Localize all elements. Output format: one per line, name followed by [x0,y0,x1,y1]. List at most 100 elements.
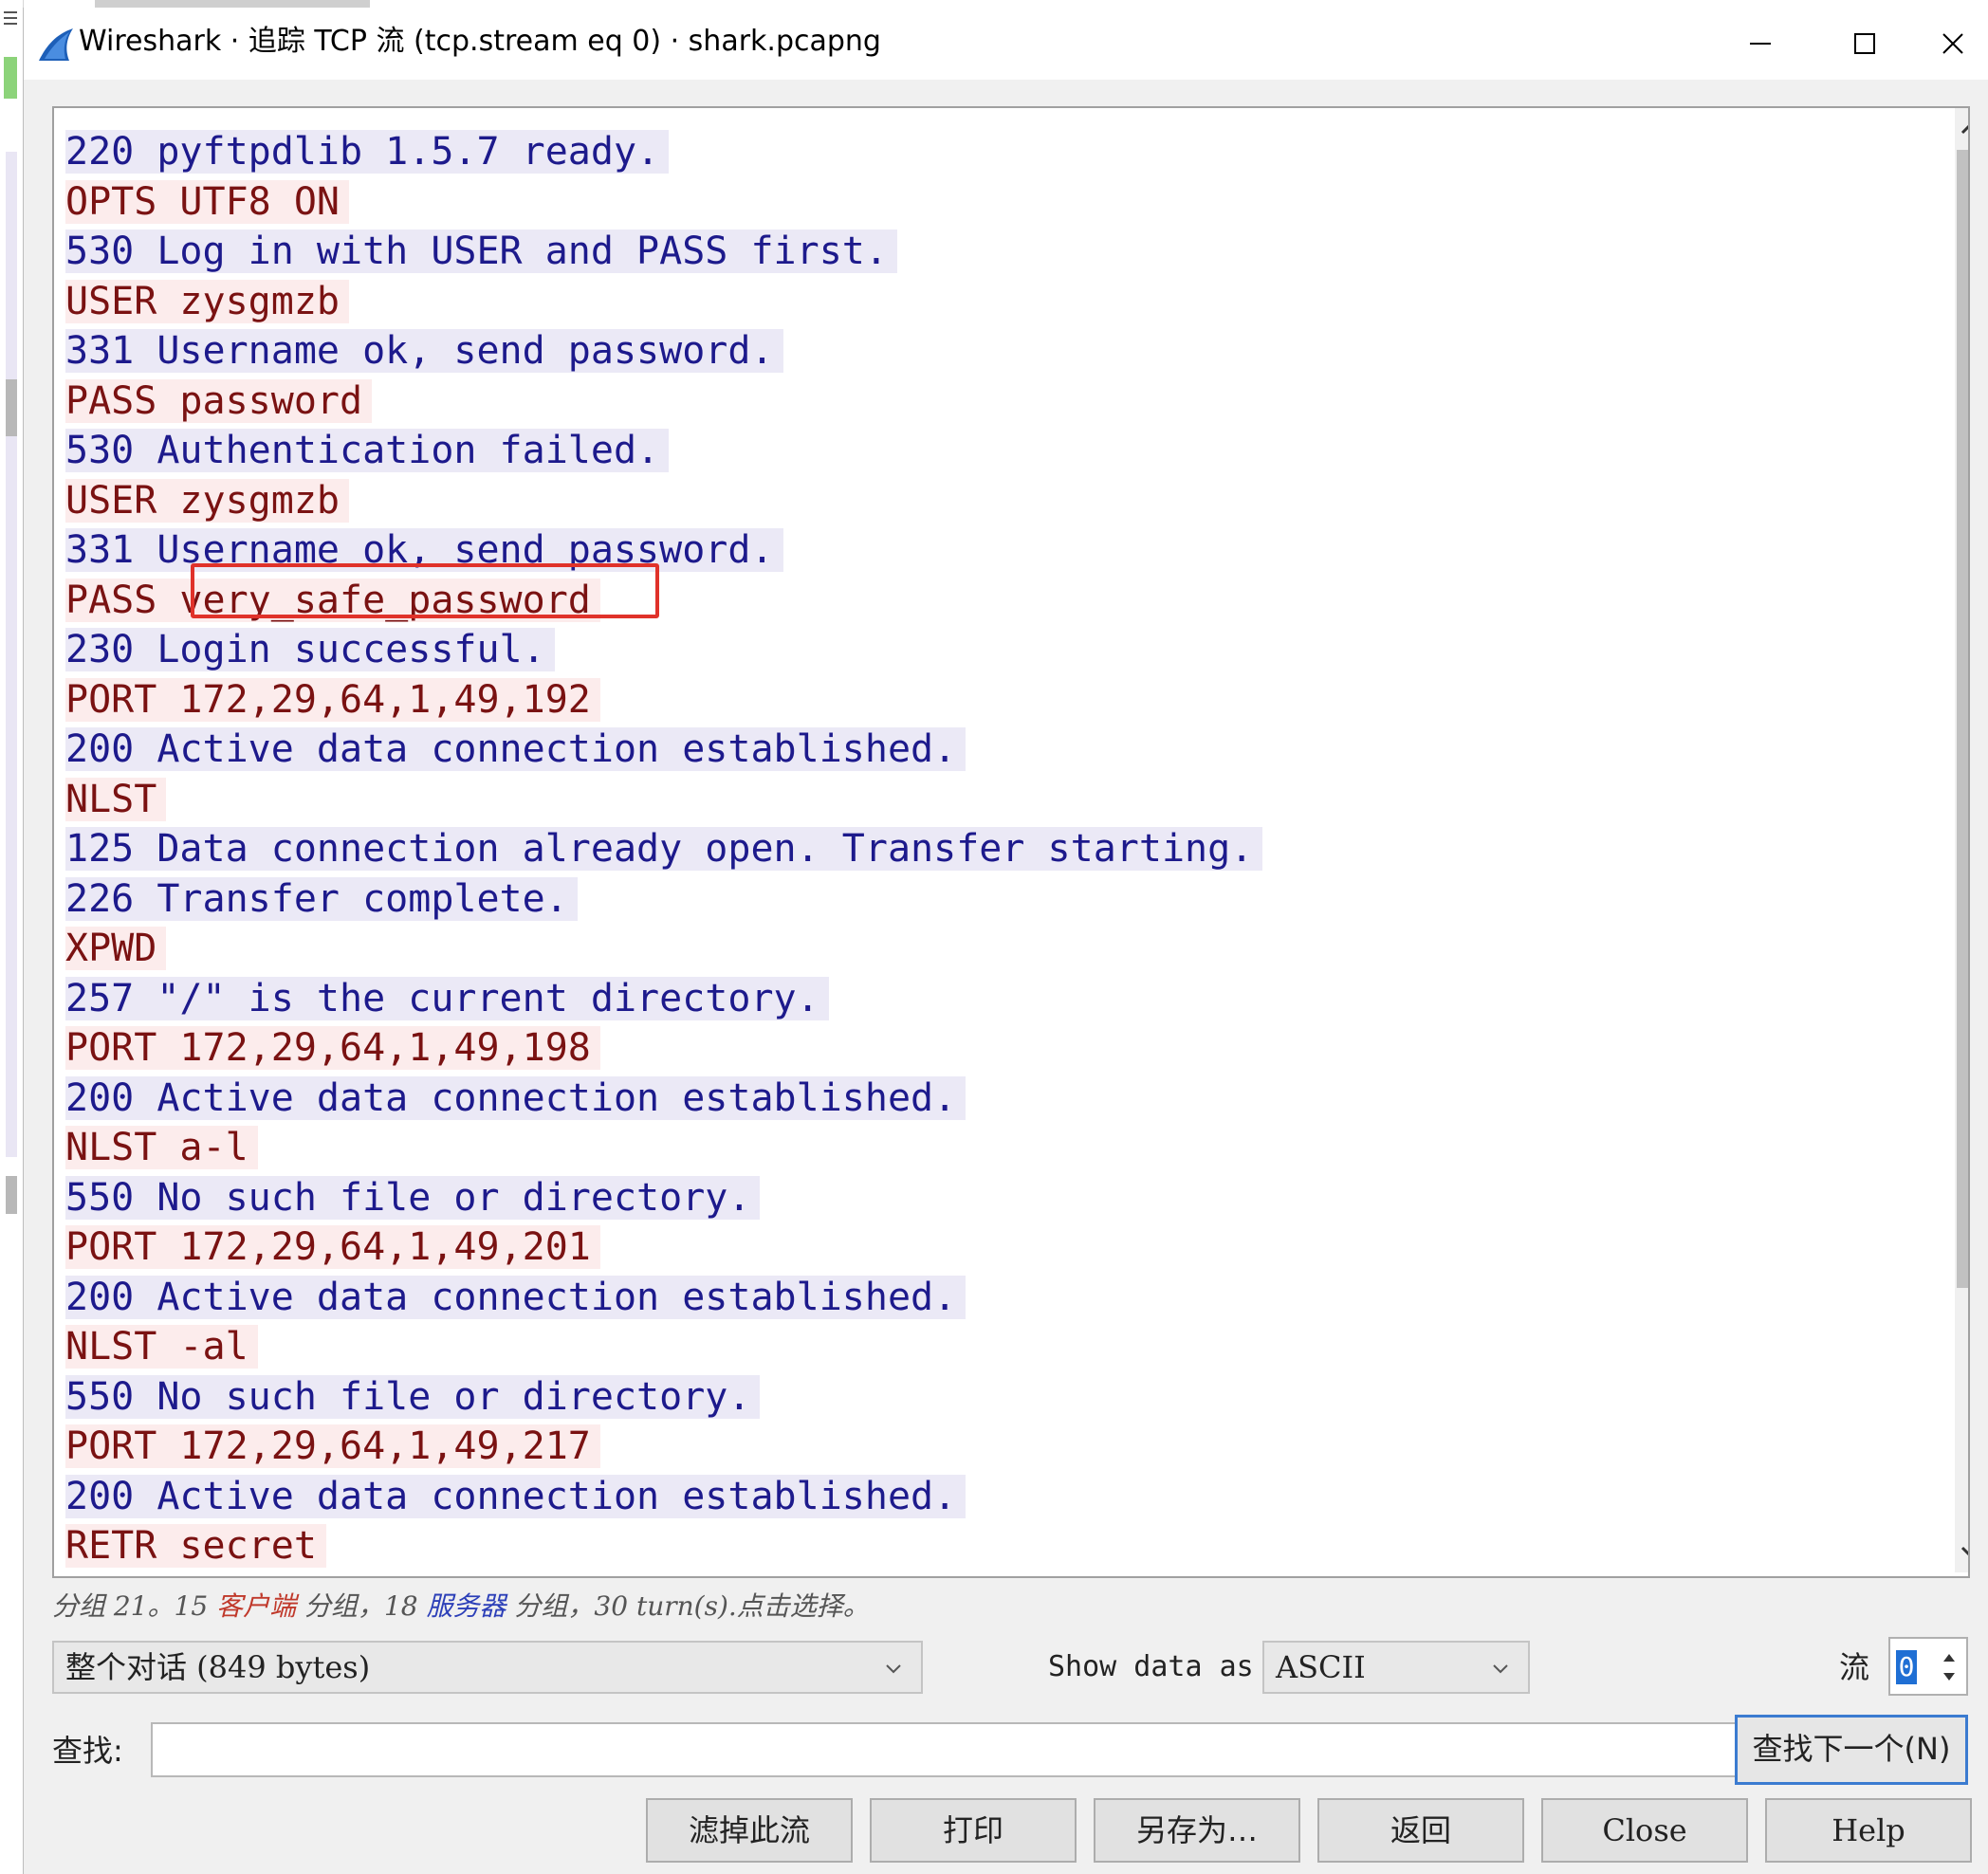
line-text: 220 pyftpdlib 1.5.7 ready. [65,130,670,174]
client-line[interactable]: PORT 172,29,64,1,49,198 [65,1023,1262,1074]
follow-tcp-stream-window: Wireshark · 追踪 TCP 流 (tcp.stream eq 0) ·… [23,8,1988,1874]
client-line[interactable]: RETR secret [65,1521,1262,1571]
client-line[interactable]: PORT 172,29,64,1,49,217 [65,1422,1262,1472]
client-line[interactable]: OPTS UTF8 ON [65,177,1262,228]
client-line[interactable]: PASS password [65,377,1262,427]
title-bar[interactable]: Wireshark · 追踪 TCP 流 (tcp.stream eq 0) ·… [24,8,1988,80]
background-packet-list [6,152,17,1157]
find-label: 查找: [52,1733,123,1769]
server-line[interactable]: 200 Active data connection established. [65,1472,1262,1522]
line-text: 550 No such file or directory. [65,1374,761,1419]
server-line[interactable]: 331 Username ok, send password. [65,326,1262,377]
line-text: 331 Username ok, send password. [65,329,783,373]
summary-text: 分组，30 turn(s).点击选择。 [506,1590,870,1622]
line-text: XPWD [65,927,167,970]
summary-text: 分组 21。15 [52,1590,217,1622]
server-line[interactable]: 200 Active data connection established. [65,1273,1262,1323]
print-button[interactable]: 打印 [870,1798,1077,1863]
show-data-label: Show data as [1048,1650,1254,1683]
client-line[interactable]: PORT 172,29,64,1,49,192 [65,675,1262,726]
conversation-select-value: 整个对话 (849 bytes) [65,1649,371,1685]
stream-label: 流 [1839,1649,1870,1685]
stream-content-pane[interactable]: 220 pyftpdlib 1.5.7 ready. OPTS UTF8 ON 53… [52,106,1970,1578]
spinner-arrows-icon[interactable] [1934,1643,1964,1692]
line-text: 200 Active data connection established. [65,727,966,771]
conversation-select[interactable]: 整个对话 (849 bytes) [52,1641,923,1694]
menu-icon [4,11,17,13]
background-scroll-thumb [6,379,17,436]
summary-text: 分组，18 [296,1590,427,1622]
packet-summary: 分组 21。15 客户端 分组，18 服务器 分组，30 turn(s).点击选… [52,1584,870,1629]
server-line[interactable]: 257 "/" is the current directory. [65,974,1262,1024]
close-icon [1942,33,1963,54]
line-text: 550 No such file or directory. [65,1175,761,1220]
background-scroll-thumb [6,1176,17,1214]
scroll-up-icon[interactable] [1955,108,1970,150]
close-button[interactable]: Close [1541,1798,1748,1863]
line-text: 226 Transfer complete. [65,876,578,921]
line-text: 200 Active data connection established. [65,1474,966,1518]
server-line[interactable]: 200 Active data connection established. [65,725,1262,775]
server-link[interactable]: 服务器 [427,1590,506,1622]
maximize-button[interactable] [1813,8,1917,80]
client-link[interactable]: 客户端 [216,1590,296,1622]
stream-lines: 220 pyftpdlib 1.5.7 ready. OPTS UTF8 ON 53… [65,127,1263,1571]
maximize-icon [1854,33,1875,54]
line-text: RETR secret [65,1524,326,1568]
minimize-icon [1750,43,1771,45]
back-button[interactable]: 返回 [1317,1798,1524,1863]
chevron-down-icon [1493,1664,1508,1674]
line-text: PORT 172,29,64,1,49,198 [65,1026,600,1070]
line-text: 200 Active data connection established. [65,1275,966,1319]
stream-number-spinbox[interactable]: 0 [1888,1637,1968,1696]
stream-number-value[interactable]: 0 [1896,1650,1917,1684]
line-text: 257 "/" is the current directory. [65,976,829,1020]
filter-out-stream-button[interactable]: 滤掉此流 [646,1798,853,1863]
find-next-button[interactable]: 查找下一个(N) [1735,1715,1968,1785]
server-line[interactable]: 550 No such file or directory. [65,1173,1262,1223]
line-text: 200 Active data connection established. [65,1075,966,1120]
line-text: PORT 172,29,64,1,49,192 [65,677,600,722]
line-text: 530 Authentication failed. [65,429,670,472]
server-line[interactable]: 530 Log in with USER and PASS first. [65,227,1262,277]
line-text: 230 Login successful. [65,628,555,671]
wireshark-fin-icon [39,28,73,61]
client-line[interactable]: USER zysgmzb [65,277,1262,327]
line-text: USER zysgmzb [65,478,349,523]
vertical-scrollbar[interactable] [1955,108,1970,1572]
save-as-button[interactable]: 另存为… [1094,1798,1300,1863]
password-highlight-box [191,563,659,618]
minimize-button[interactable] [1708,8,1813,80]
server-line[interactable]: 200 Active data connection established. [65,1074,1262,1124]
line-text: NLST [65,777,167,821]
client-line[interactable]: PORT 172,29,64,1,49,201 [65,1222,1262,1273]
client-line[interactable]: NLST a-l [65,1123,1262,1173]
data-format-select[interactable]: ASCII [1262,1641,1530,1694]
client-line[interactable]: USER zysgmzb [65,476,1262,526]
line-text: 125 Data connection already open. Transf… [65,827,1263,871]
line-text: PORT 172,29,64,1,49,201 [65,1225,600,1269]
find-input[interactable] [151,1722,1742,1777]
server-line[interactable]: 230 Login successful. [65,625,1262,675]
line-text: NLST -al [65,1325,258,1369]
background-app-strip [0,0,24,1874]
server-line[interactable]: 226 Transfer complete. [65,874,1262,925]
line-text: OPTS UTF8 ON [65,179,349,224]
help-button[interactable]: Help [1765,1798,1972,1863]
server-line[interactable]: 550 No such file or directory. [65,1372,1262,1423]
close-window-button[interactable] [1917,8,1988,80]
scroll-thumb[interactable] [1957,150,1968,1288]
client-line[interactable]: NLST -al [65,1322,1262,1372]
client-line[interactable]: NLST [65,775,1262,825]
line-text: USER zysgmzb [65,279,349,323]
line-text: 530 Log in with USER and PASS first. [65,230,897,273]
line-text: PASS password [65,378,373,423]
background-toolbar [95,0,370,8]
server-line[interactable]: 125 Data connection already open. Transf… [65,824,1263,874]
client-line[interactable]: XPWD [65,924,1262,974]
scroll-down-icon[interactable] [1955,1531,1970,1572]
server-line[interactable]: 530 Authentication failed. [65,426,1262,476]
line-text: PORT 172,29,64,1,49,217 [65,1424,600,1468]
line-text: NLST a-l [65,1126,258,1169]
server-line[interactable]: 220 pyftpdlib 1.5.7 ready. [65,127,1262,177]
